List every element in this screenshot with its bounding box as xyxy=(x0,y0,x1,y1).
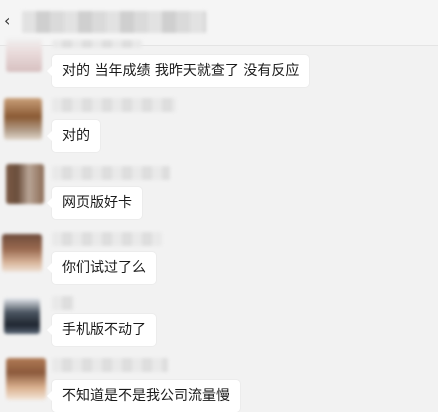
chat-title-blurred xyxy=(22,11,206,33)
message-bubble[interactable]: 网页版好卡 xyxy=(47,187,142,219)
message-bubble[interactable]: 手机版不动了 xyxy=(47,314,156,346)
message-bubble[interactable]: 不知道是不是我公司流量慢 xyxy=(47,380,240,412)
back-arrow-icon[interactable]: ‹ xyxy=(4,12,16,30)
sender-name-blurred xyxy=(52,166,170,180)
message-bubble[interactable]: 你们试过了么 xyxy=(47,252,156,284)
sender-name-blurred xyxy=(52,358,168,372)
avatar[interactable] xyxy=(6,358,46,400)
avatar[interactable] xyxy=(2,234,42,272)
message-bubble[interactable]: 对的 xyxy=(47,120,100,152)
message-bubble[interactable]: 对的 当年成绩 我昨天就查了 没有反应 xyxy=(46,55,310,87)
avatar[interactable] xyxy=(4,98,42,140)
sender-name-blurred xyxy=(52,40,142,48)
sender-name-blurred xyxy=(52,232,162,246)
avatar[interactable] xyxy=(4,298,40,334)
sender-name-blurred xyxy=(52,98,176,112)
avatar[interactable] xyxy=(6,38,42,72)
avatar[interactable] xyxy=(6,164,44,204)
sender-name-blurred xyxy=(52,296,74,310)
